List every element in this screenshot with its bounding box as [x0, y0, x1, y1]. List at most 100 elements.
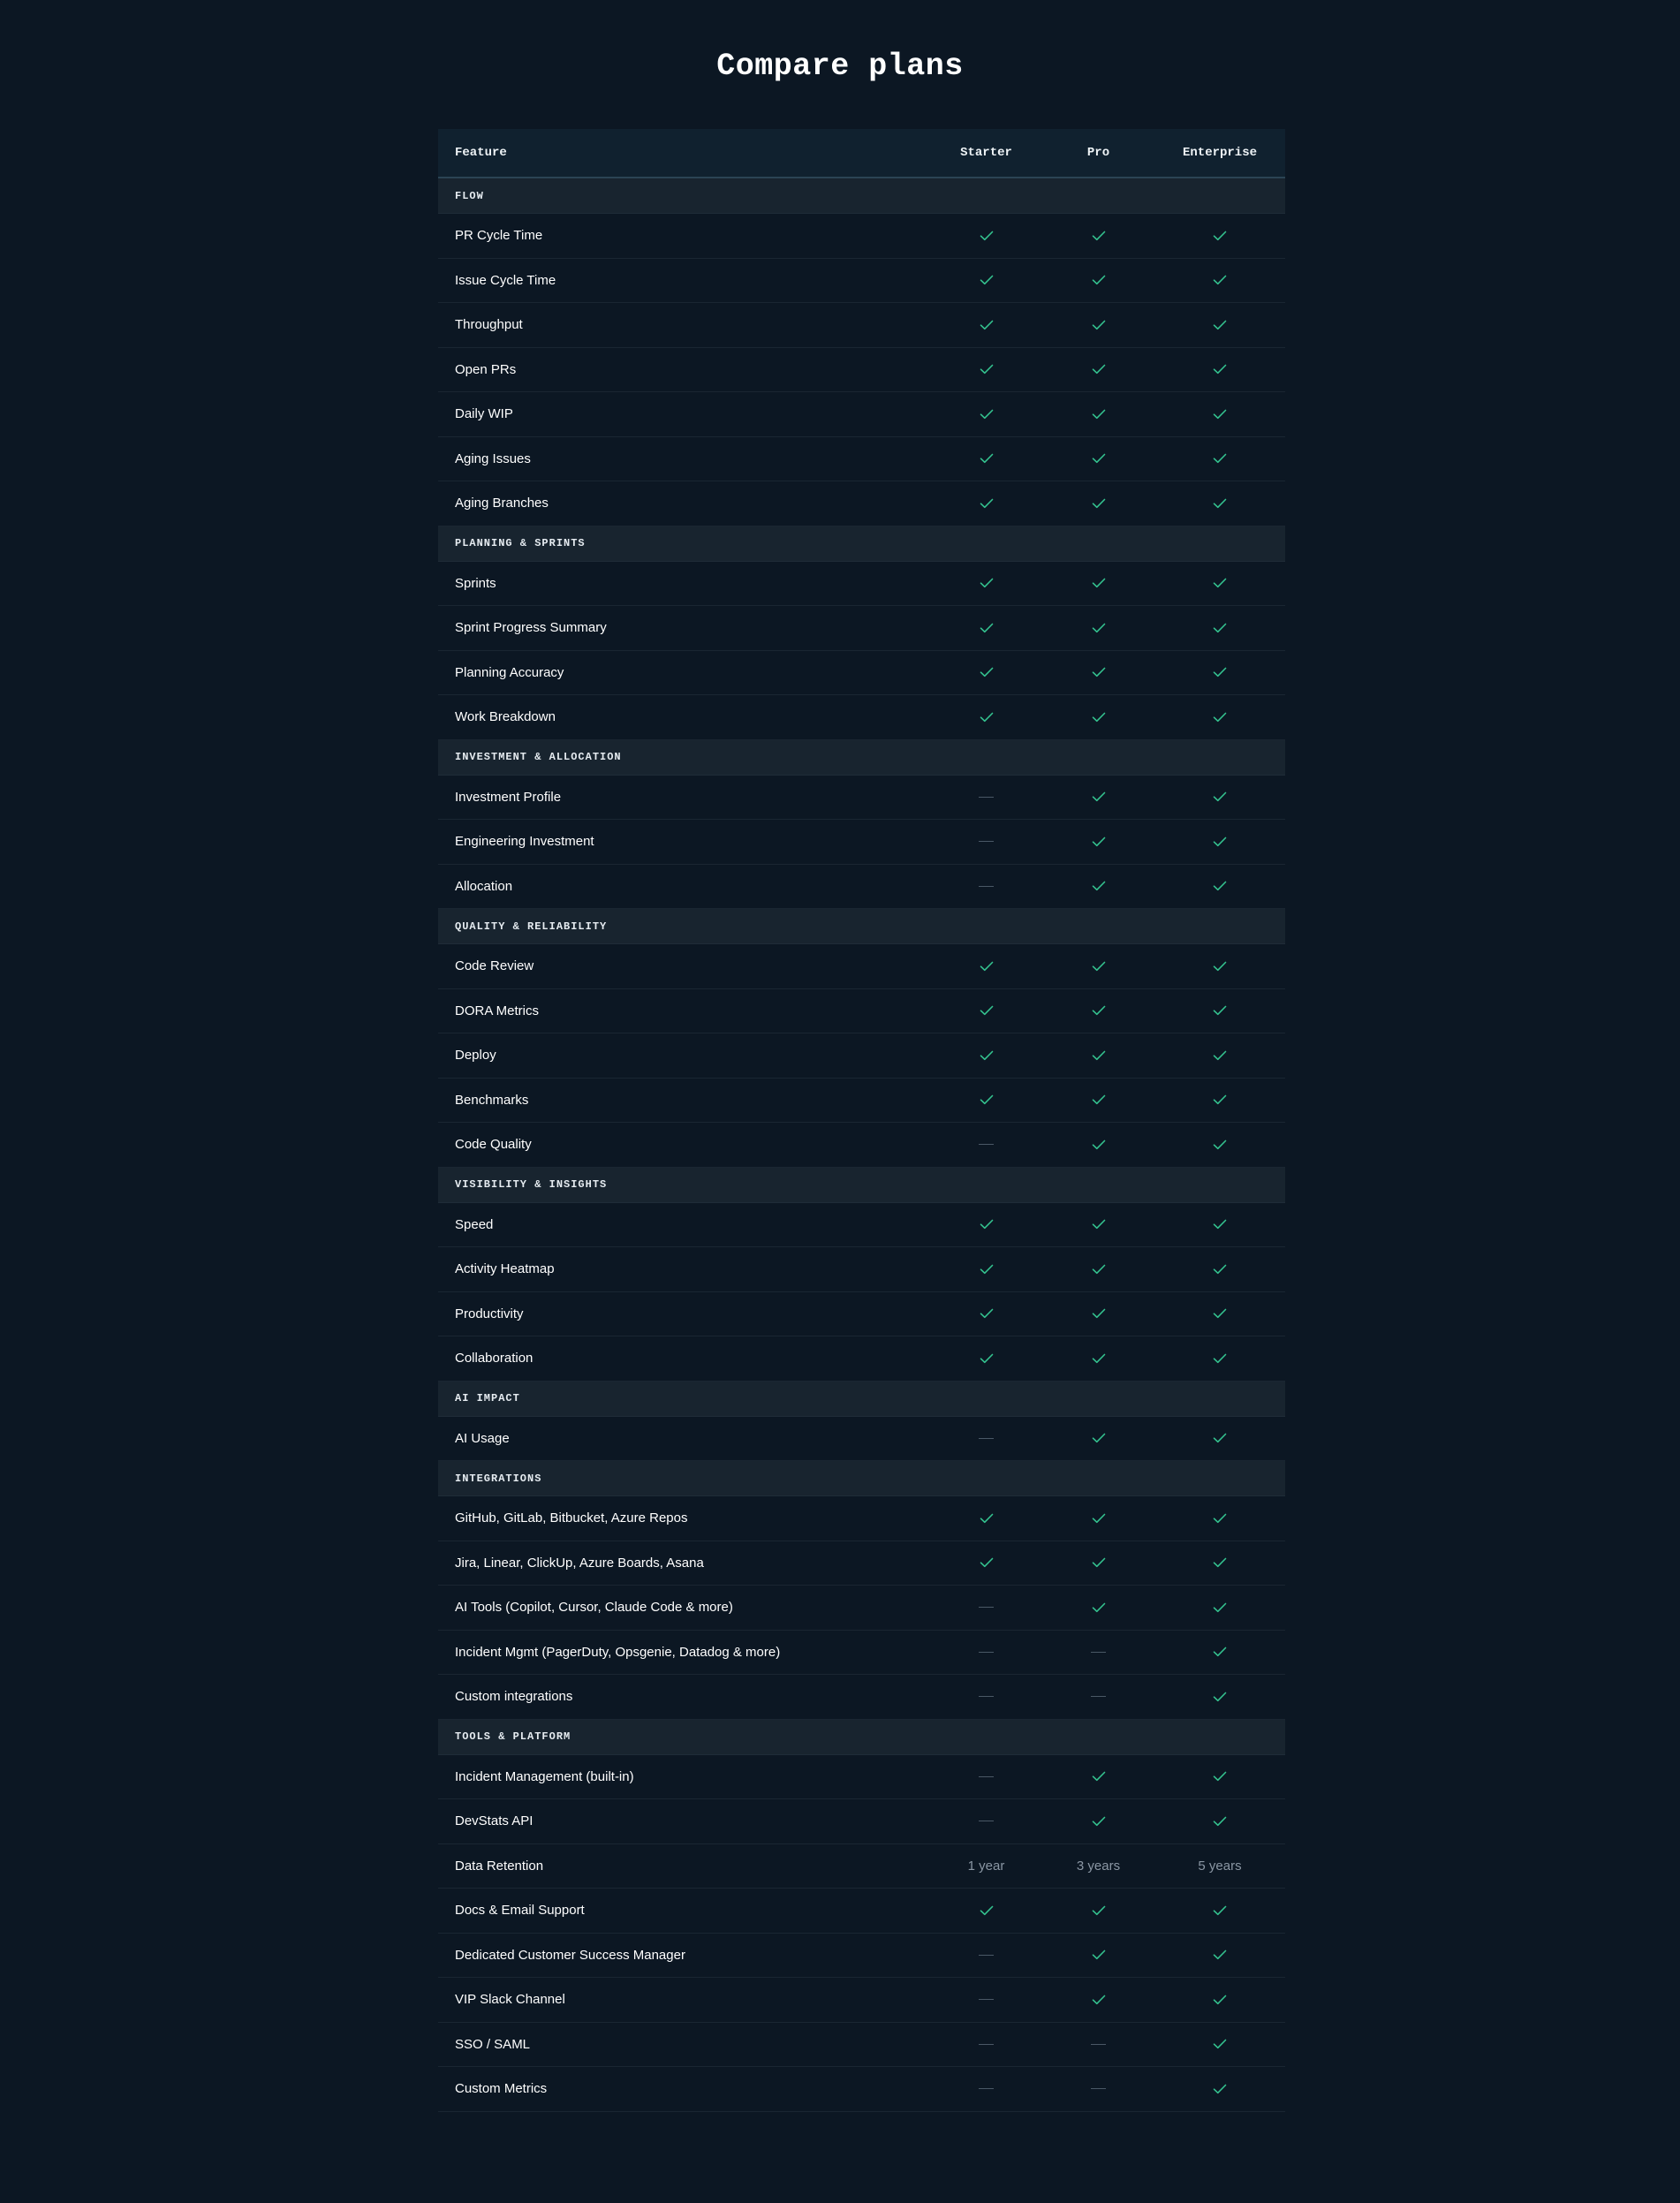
check-icon	[980, 623, 993, 632]
check-icon	[1092, 1513, 1105, 1523]
cell-enterprise	[1154, 881, 1285, 891]
feature-name: Planning Accuracy	[455, 664, 564, 680]
check-icon	[1092, 667, 1105, 678]
check-icon	[980, 1094, 993, 1105]
cell-pro	[1042, 364, 1154, 375]
section-label: PLANNING & SPRINTS	[455, 537, 586, 549]
cell-starter	[930, 1050, 1042, 1061]
cell-pro	[1042, 1557, 1154, 1568]
check-icon	[1213, 1005, 1227, 1016]
dash-icon	[979, 1437, 994, 1439]
cell-starter	[930, 275, 1042, 285]
cell-pro	[1042, 791, 1154, 802]
cell-enterprise	[1154, 1995, 1285, 2005]
check-icon	[980, 667, 993, 678]
table-row: Aging Branches	[438, 481, 1285, 526]
check-icon	[1092, 881, 1105, 891]
check-icon	[1092, 1353, 1105, 1363]
table-row: Throughput	[438, 303, 1285, 348]
check-icon	[1092, 275, 1105, 285]
cell-pro	[1042, 1602, 1154, 1613]
cell-pro	[1042, 1651, 1154, 1653]
cell-enterprise	[1154, 1433, 1285, 1443]
dash-icon	[979, 2088, 994, 2090]
cell-enterprise	[1154, 1005, 1285, 1016]
cell-starter	[930, 231, 1042, 241]
check-icon	[980, 453, 993, 464]
check-icon	[980, 498, 993, 508]
table-row: Sprint Progress Summary	[438, 606, 1285, 651]
cell-starter	[930, 320, 1042, 330]
feature-name: Code Review	[455, 958, 534, 974]
table-row: Planning Accuracy	[438, 651, 1285, 695]
table-row: Speed	[438, 1203, 1285, 1247]
table-row: Docs & Email Support	[438, 1889, 1285, 1934]
check-icon	[980, 1050, 993, 1060]
check-icon	[1092, 791, 1105, 802]
feature-name: Incident Mgmt (PagerDuty, Opsgenie, Data…	[455, 1644, 781, 1660]
cell-value: 5 years	[1198, 1858, 1242, 1874]
section-header: AI IMPACT	[438, 1381, 1285, 1417]
section-header: VISIBILITY & INSIGHTS	[438, 1167, 1285, 1203]
cell-starter: 1 year	[930, 1859, 1042, 1874]
check-icon	[1092, 364, 1105, 375]
check-icon	[1092, 578, 1105, 588]
cell-pro	[1042, 453, 1154, 464]
feature-name: Jira, Linear, ClickUp, Azure Boards, Asa…	[455, 1555, 704, 1571]
cell-pro: 3 years	[1042, 1859, 1154, 1874]
feature-name: Deploy	[455, 1048, 496, 1064]
check-icon	[1092, 1050, 1105, 1060]
cell-starter	[930, 1557, 1042, 1568]
check-icon	[1213, 1995, 1227, 2004]
cell-starter	[930, 364, 1042, 375]
feature-name: Open PRs	[455, 361, 517, 377]
column-header-enterprise: Enterprise	[1182, 146, 1257, 160]
cell-starter	[930, 667, 1042, 678]
table-header: Feature Starter Pro Enterprise	[438, 129, 1285, 178]
cell-starter	[930, 1308, 1042, 1319]
cell-starter	[930, 1144, 1042, 1146]
cell-enterprise	[1154, 1905, 1285, 1916]
feature-name: Engineering Investment	[455, 834, 594, 850]
check-icon	[1092, 320, 1105, 329]
check-icon	[1213, 1513, 1227, 1523]
cell-pro	[1042, 1905, 1154, 1916]
cell-pro	[1042, 2043, 1154, 2045]
column-header-feature: Feature	[455, 146, 507, 160]
cell-starter	[930, 2088, 1042, 2090]
cell-enterprise	[1154, 2039, 1285, 2049]
table-row: Custom Metrics	[438, 2067, 1285, 2112]
column-header-pro: Pro	[1086, 146, 1110, 160]
cell-pro	[1042, 275, 1154, 285]
check-icon	[1213, 1771, 1227, 1782]
check-icon	[980, 231, 993, 240]
check-icon	[980, 1513, 993, 1523]
cell-starter	[930, 796, 1042, 798]
dash-icon	[979, 1144, 994, 1146]
cell-starter	[930, 1437, 1042, 1439]
check-icon	[1213, 578, 1227, 588]
check-icon	[1213, 275, 1227, 285]
check-icon	[1092, 1816, 1105, 1826]
check-icon	[1213, 1647, 1227, 1657]
table-row: Code Quality	[438, 1123, 1285, 1168]
cell-pro	[1042, 1816, 1154, 1827]
check-icon	[1092, 1949, 1105, 1960]
table-row: AI Usage	[438, 1417, 1285, 1461]
cell-starter	[930, 1696, 1042, 1698]
dash-icon	[979, 1775, 994, 1777]
feature-name: Sprint Progress Summary	[455, 620, 607, 636]
cell-enterprise	[1154, 667, 1285, 678]
check-icon	[1213, 1949, 1227, 1960]
cell-pro	[1042, 1050, 1154, 1061]
cell-pro	[1042, 667, 1154, 678]
cell-enterprise	[1154, 320, 1285, 330]
check-icon	[980, 275, 993, 285]
dash-icon	[979, 885, 994, 887]
cell-starter	[930, 623, 1042, 633]
cell-enterprise	[1154, 837, 1285, 847]
cell-pro	[1042, 881, 1154, 891]
cell-pro	[1042, 1995, 1154, 2005]
table-row: Daily WIP	[438, 392, 1285, 437]
section-label: AI IMPACT	[455, 1392, 520, 1404]
